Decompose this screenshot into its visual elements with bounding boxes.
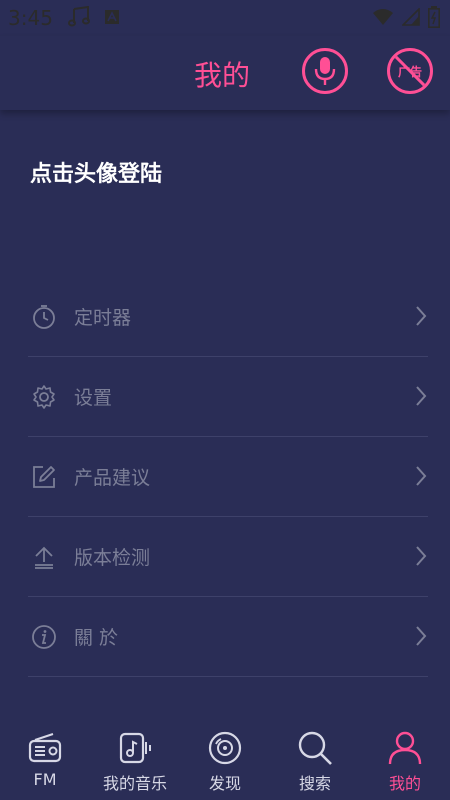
menu-item-label: 定时器 <box>74 307 132 329</box>
nav-label: 发现 <box>208 774 241 793</box>
radio-icon <box>28 733 62 763</box>
nav-tab-fm[interactable]: FM <box>0 720 90 800</box>
info-icon <box>30 623 58 651</box>
search-icon <box>298 731 332 765</box>
chevron-right-icon <box>416 306 427 326</box>
user-icon <box>388 731 422 765</box>
nav-tab-my-music[interactable]: 我的音乐 <box>90 720 180 800</box>
signal-icon <box>402 8 420 26</box>
menu-item-version-check[interactable]: 版本检测 <box>28 517 428 597</box>
menu-item-about[interactable]: 關 於 <box>28 597 428 677</box>
nav-label: 我的音乐 <box>102 774 167 793</box>
music-note-icon <box>68 6 90 27</box>
app-notification-icon <box>105 10 119 24</box>
menu-item-timer[interactable]: 定时器 <box>28 277 428 357</box>
edit-icon <box>30 463 58 491</box>
wifi-icon <box>373 9 393 25</box>
menu-item-label: 版本检测 <box>74 547 151 569</box>
status-system-icons <box>372 6 440 28</box>
nav-label: FM <box>33 770 57 789</box>
chevron-right-icon <box>416 626 427 646</box>
app-header: 我的 广告 <box>0 36 450 110</box>
microphone-icon <box>314 57 336 85</box>
timer-icon <box>30 303 58 331</box>
no-ads-slash-icon <box>390 51 430 91</box>
gear-icon <box>30 383 58 411</box>
nav-tab-search[interactable]: 搜索 <box>270 720 360 800</box>
no-ads-button[interactable]: 广告 <box>387 48 433 94</box>
menu-item-feedback[interactable]: 产品建议 <box>28 437 428 517</box>
nav-label: 我的 <box>388 774 421 793</box>
status-bar: 3:45 <box>0 0 450 36</box>
disc-icon <box>208 731 242 765</box>
battery-icon <box>428 6 440 28</box>
music-icon <box>119 732 151 764</box>
nav-label: 搜索 <box>298 774 331 793</box>
status-time: 3:45 <box>8 6 53 30</box>
menu-item-label: 产品建议 <box>74 467 151 489</box>
bottom-nav: FM 我的音乐 发现 搜索 我的 <box>0 720 450 800</box>
voice-search-button[interactable] <box>302 48 348 94</box>
chevron-right-icon <box>416 386 427 406</box>
menu-item-label: 设置 <box>74 387 113 409</box>
page-title: 我的 <box>194 59 251 92</box>
nav-tab-discover[interactable]: 发现 <box>180 720 270 800</box>
status-notification-icons <box>68 6 120 28</box>
settings-menu: 定时器 设置 产品建议 版本检测 關 於 <box>28 277 428 677</box>
nav-tab-mine[interactable]: 我的 <box>360 720 450 800</box>
upload-icon <box>30 543 58 571</box>
chevron-right-icon <box>416 466 427 486</box>
menu-item-label: 關 於 <box>74 627 119 649</box>
chevron-right-icon <box>416 546 427 566</box>
login-prompt[interactable]: 点击头像登陆 <box>30 156 162 188</box>
menu-item-settings[interactable]: 设置 <box>28 357 428 437</box>
